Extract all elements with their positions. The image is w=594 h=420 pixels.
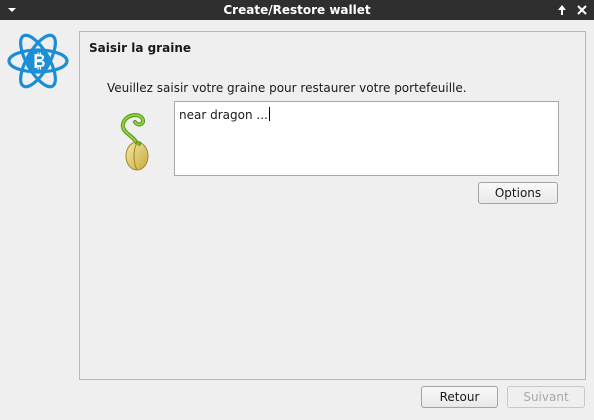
arrow-up-icon [558, 5, 566, 15]
options-button[interactable]: Options [478, 182, 558, 204]
seed-text: near dragon ... [179, 108, 268, 122]
electrum-logo-icon [7, 33, 69, 89]
wizard-panel: Saisir la graine Veuillez saisir votre g… [79, 31, 586, 380]
seed-sprout-icon [120, 113, 149, 171]
next-button[interactable]: Suivant [507, 386, 585, 408]
close-icon [577, 5, 587, 15]
maximize-button[interactable] [554, 0, 570, 20]
text-caret [268, 107, 270, 121]
page-title: Saisir la graine [89, 41, 191, 55]
instruction-text: Veuillez saisir votre graine pour restau… [107, 81, 467, 95]
close-button[interactable] [574, 0, 590, 20]
title-bar: Create/Restore wallet [0, 0, 594, 20]
window-title: Create/Restore wallet [223, 3, 371, 17]
back-button[interactable]: Retour [421, 386, 498, 408]
seed-input[interactable]: near dragon ... [174, 101, 559, 176]
